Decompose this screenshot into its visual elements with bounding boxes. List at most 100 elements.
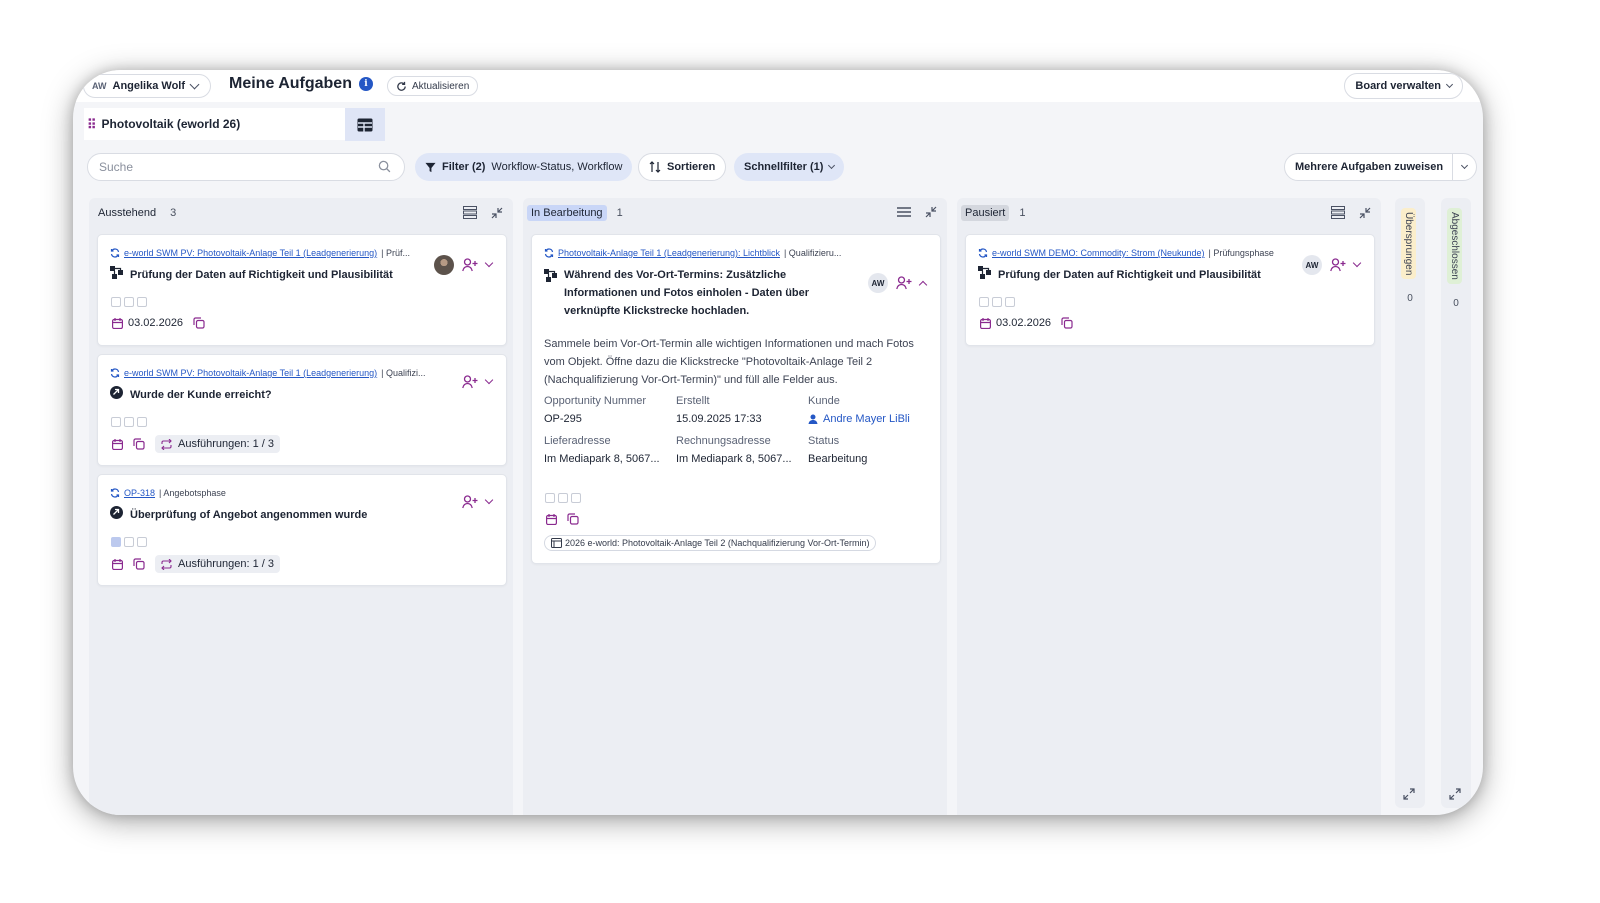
copy-icon[interactable] [133,438,145,450]
workflow-sync-icon [110,248,120,258]
card-phase: | Prüf... [381,248,410,258]
user-selector[interactable]: AW Angelika Wolf [83,74,212,98]
list-view-icon[interactable] [897,206,911,218]
add-assignee-icon[interactable] [896,276,912,290]
filter-label: Filter (2) [442,161,486,173]
chevron-up-icon[interactable] [918,280,928,289]
column-skipped-collapsed[interactable]: Übersprungen 0 [1395,198,1425,808]
assign-multiple-button[interactable]: Mehrere Aufgaben zuweisen [1284,153,1477,181]
workflow-sync-icon [110,488,120,498]
board-manage-button[interactable]: Board verwalten [1344,73,1463,99]
chevron-down-icon[interactable] [484,375,494,385]
list-view-icon[interactable] [463,206,477,219]
column-done-collapsed[interactable]: Abgeschlossen 0 [1441,198,1471,808]
collapse-icon[interactable] [491,207,503,219]
workflow-sync-icon [978,248,988,258]
chevron-down-icon [828,161,836,169]
question-circle-icon [110,386,123,399]
column-count: 3 [170,207,177,219]
repeat-icon [161,438,172,450]
filter-detail: Workflow-Status, Workflow [491,161,623,173]
task-card[interactable]: e-world SWM PV: Photovoltaik-Anlage Teil… [97,234,507,346]
add-assignee-icon[interactable] [462,258,478,272]
search-input[interactable] [87,153,405,181]
chevron-down-icon[interactable] [484,495,494,505]
sort-button[interactable]: Sortieren [638,153,727,181]
column-title: Ausstehend [98,207,157,219]
question-circle-icon [110,506,123,519]
board-tab[interactable]: ⠿ Photovoltaik (eworld 26) [84,108,346,140]
copy-icon[interactable] [567,513,579,525]
card-actions: AW [1302,255,1362,275]
chevron-down-icon[interactable] [1352,258,1362,268]
person-icon [808,414,818,424]
avatar[interactable] [434,255,454,275]
quick-filter-label: Schnellfilter (1) [744,161,824,173]
subtask-checks [979,297,1015,307]
filter-button[interactable]: Filter (2) Workflow-Status, Workflow [415,153,633,181]
add-assignee-icon[interactable] [462,375,478,389]
card-meta [546,513,579,525]
column-in-progress: In Bearbeitung 1 Photovoltaik-Anlage Tei… [523,198,947,815]
collapse-icon[interactable] [1359,207,1371,219]
card-phase: | Qualifizieru... [783,248,842,258]
calendar-icon[interactable] [112,558,123,570]
copy-icon[interactable] [1061,317,1073,329]
funnel-icon [425,162,436,172]
copy-icon[interactable] [193,317,205,329]
task-card-expanded[interactable]: Photovoltaik-Anlage Teil 1 (Leadgenerier… [531,234,941,564]
project-chip[interactable]: 2026 e-world: Photovoltaik-Anlage Teil 2… [544,535,877,551]
add-assignee-icon[interactable] [1330,258,1346,272]
customer-value: Andre Mayer LiBli [823,413,910,425]
calendar-icon[interactable] [546,513,557,525]
runs-text: Ausführungen: 1 / 3 [178,438,275,450]
status-label: Status [808,435,840,447]
card-meta: Ausführungen: 1 / 3 [112,435,281,453]
task-card[interactable]: e-world SWM DEMO: Commodity: Strom (Neuk… [965,234,1375,346]
card-workflow-link[interactable]: e-world SWM DEMO: Commodity: Strom (Neuk… [992,248,1205,258]
card-actions [462,375,494,389]
card-actions: AW [868,273,928,293]
card-title-text: Prüfung der Daten auf Richtigkeit und Pl… [998,269,1261,281]
subtask-checks [111,417,147,427]
task-card[interactable]: OP-318 | Angebotsphase Überprüfung of An… [97,474,507,586]
delivery-value: Im Mediapark 8, 5067... [544,453,660,465]
task-card[interactable]: e-world SWM PV: Photovoltaik-Anlage Teil… [97,354,507,466]
chevron-down-icon [189,79,200,89]
status-value: Bearbeitung [808,453,868,465]
runs-text: Ausführungen: 1 / 3 [178,558,275,570]
collapse-icon[interactable] [925,206,937,218]
expand-icon[interactable] [1403,788,1415,800]
page-title-text: Meine Aufgaben [229,75,352,92]
drag-handle-icon[interactable]: ⠿ [87,118,96,131]
expand-icon[interactable] [1449,788,1461,800]
calendar-icon[interactable] [112,438,123,450]
table-view-toggle[interactable] [345,108,385,141]
chevron-down-icon[interactable] [484,258,494,268]
card-workflow-link[interactable]: OP-318 [124,488,155,498]
column-actions [897,206,937,218]
card-workflow-link[interactable]: Photovoltaik-Anlage Teil 1 (Leadgenerier… [558,248,780,258]
column-count: 1 [616,207,623,219]
card-breadcrumb: OP-318 | Angebotsphase [110,488,450,498]
calendar-icon [112,317,123,329]
list-view-icon[interactable] [1331,206,1345,219]
customer-link[interactable]: Andre Mayer LiBli [808,413,944,425]
column-title: Abgeschlossen [1447,208,1462,284]
assign-dropdown-toggle[interactable] [1452,154,1476,180]
board-bar: ⠿ Photovoltaik (eworld 26) [73,106,1483,142]
add-assignee-icon[interactable] [462,495,478,509]
due-date: 03.02.2026 [112,317,183,329]
quick-filter-button[interactable]: Schnellfilter (1) [734,153,845,181]
card-meta: 03.02.2026 [112,317,205,329]
info-icon[interactable]: i [358,77,373,91]
card-workflow-link[interactable]: e-world SWM PV: Photovoltaik-Anlage Teil… [124,248,377,258]
process-icon [544,269,557,282]
assignee-avatar[interactable]: AW [868,273,888,293]
refresh-button[interactable]: Aktualisieren [387,76,479,96]
assignee-avatar[interactable]: AW [1302,255,1322,275]
card-title-text: Überprüfung of Angebot angenommen wurde [130,509,368,521]
card-workflow-link[interactable]: e-world SWM PV: Photovoltaik-Anlage Teil… [124,368,377,378]
search-icon[interactable] [378,160,391,173]
copy-icon[interactable] [133,558,145,570]
